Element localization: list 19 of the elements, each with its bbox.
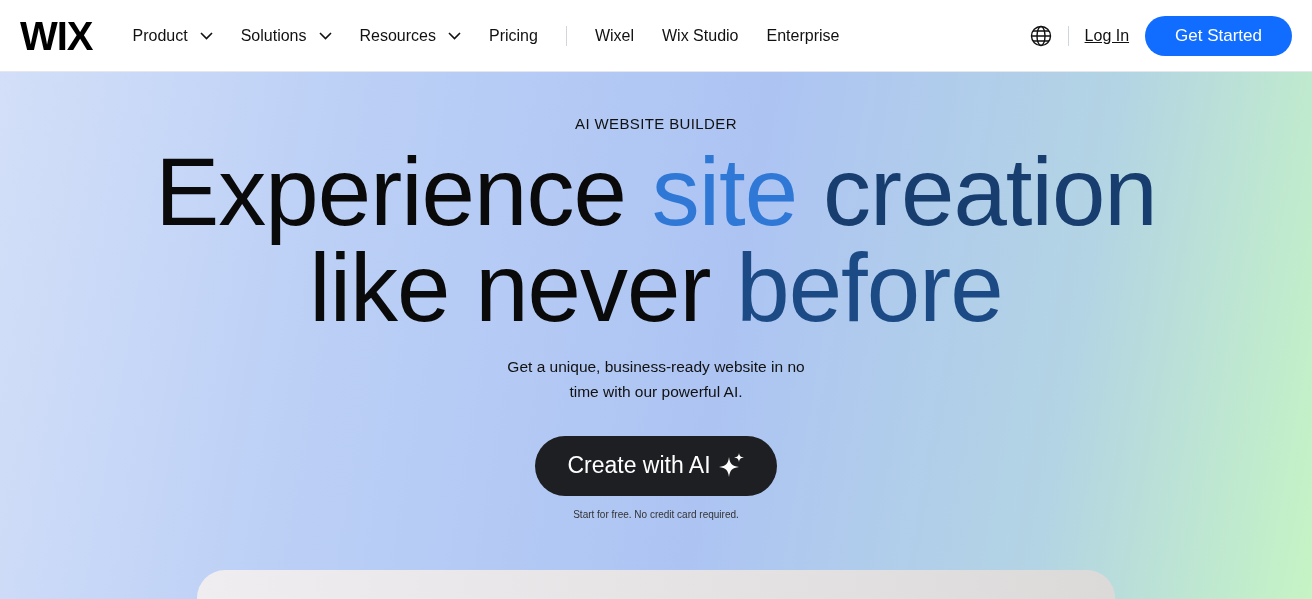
wix-logo[interactable]: WIX <box>20 15 93 56</box>
free-note: Start for free. No credit card required. <box>573 507 739 522</box>
nav-menu[interactable]: Resources <box>359 23 461 48</box>
nav-link[interactable]: Enterprise <box>766 23 840 48</box>
nav-link[interactable]: Wixel <box>594 23 634 48</box>
chevron-down-icon <box>199 31 213 40</box>
nav-menu[interactable]: Solutions <box>240 23 332 48</box>
get-started-button[interactable]: Get Started <box>1145 15 1292 56</box>
hero-headline: Experience site creation like never before <box>155 143 1157 336</box>
hero-subtitle: Get a unique, business-ready website in no time with our powerful AI. <box>506 356 806 402</box>
nav-menu[interactable]: Product <box>132 23 213 48</box>
create-with-ai-button[interactable]: Create with AI <box>535 435 777 496</box>
eyebrow-label: AI WEBSITE BUILDER <box>575 114 737 134</box>
chevron-down-icon <box>448 31 461 40</box>
nav-link[interactable]: Pricing <box>489 23 538 48</box>
login-link[interactable]: Log In <box>1084 23 1130 48</box>
globe-icon[interactable] <box>1029 24 1052 47</box>
chevron-down-icon <box>318 31 332 40</box>
nav-link[interactable]: Wix Studio <box>662 23 739 48</box>
